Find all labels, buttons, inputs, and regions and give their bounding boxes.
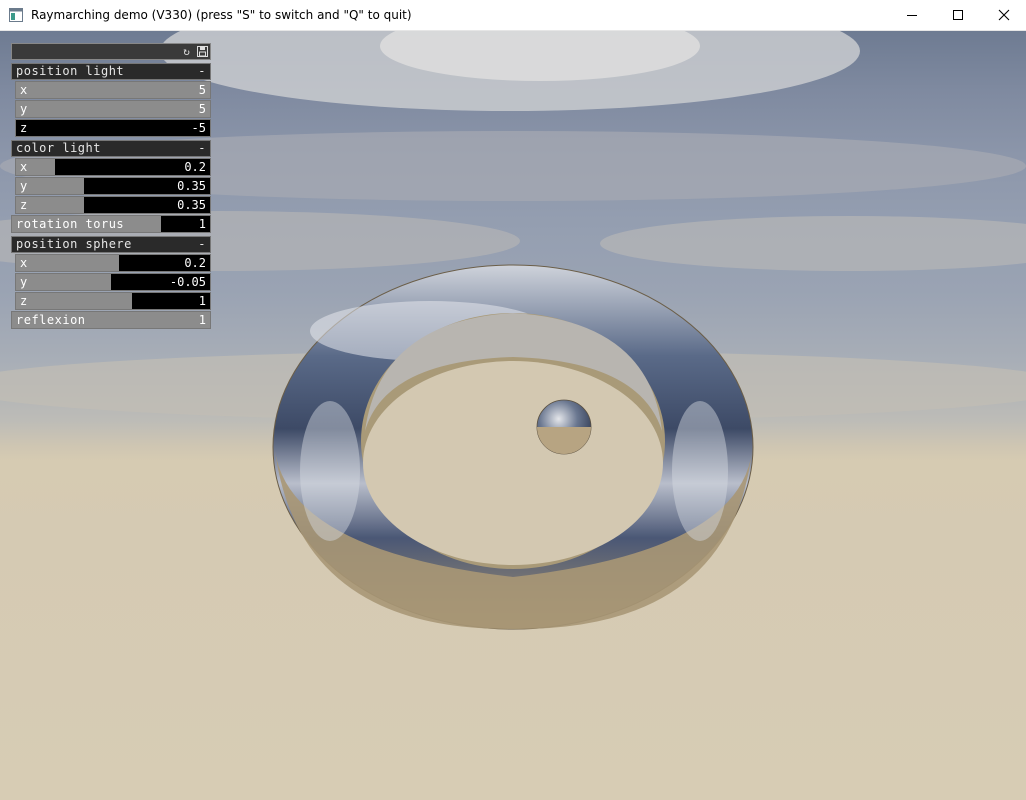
refresh-icon[interactable]: ↻ [180,45,193,58]
slider-color-z[interactable]: z 0.35 [15,196,211,214]
collapse-icon[interactable]: - [198,141,206,156]
close-icon [998,9,1010,21]
panel-header: ↻ [11,43,211,60]
slider-light-x[interactable]: x 5 [15,81,211,99]
slider-label: rotation torus [16,217,125,231]
maximize-icon [953,10,963,20]
window-title: Raymarching demo (V330) (press "S" to sw… [31,8,412,22]
slider-value: -0.05 [169,275,206,289]
slider-label: z [20,198,28,212]
slider-fill [16,255,119,271]
slider-label: reflexion [16,313,86,327]
slider-label: x [20,83,28,97]
maximize-button[interactable] [935,0,981,30]
slider-color-x[interactable]: x 0.2 [15,158,211,176]
slider-rotation-torus[interactable]: rotation torus 1 [11,215,211,233]
slider-fill [16,82,210,98]
slider-value: 0.2 [184,160,206,174]
slider-value: 0.35 [177,198,206,212]
slider-label: z [20,121,28,135]
slider-label: y [20,275,28,289]
group-title-label: position light [16,64,125,78]
slider-sphere-y[interactable]: y -0.05 [15,273,211,291]
slider-value: 5 [198,83,206,97]
slider-fill [16,293,133,309]
slider-color-y[interactable]: y 0.35 [15,177,211,195]
slider-value: 1 [198,313,206,327]
save-icon[interactable] [196,45,209,58]
app-window-icon [9,8,23,22]
group-title[interactable]: position sphere - [11,236,211,253]
slider-value: -5 [191,121,206,135]
group-title[interactable]: position light - [11,63,211,80]
slider-fill [16,101,210,117]
window-titlebar: Raymarching demo (V330) (press "S" to sw… [0,0,1026,31]
torus-highlight [300,401,360,541]
close-button[interactable] [981,0,1026,30]
slider-value: 1 [198,294,206,308]
slider-label: z [20,294,28,308]
collapse-icon[interactable]: - [198,237,206,252]
slider-light-z[interactable]: z -5 [15,119,211,137]
slider-value: 0.2 [184,256,206,270]
group-title-label: color light [16,141,101,155]
slider-sphere-x[interactable]: x 0.2 [15,254,211,272]
slider-light-y[interactable]: y 5 [15,100,211,118]
slider-value: 1 [198,217,206,231]
group-color-light: color light - x 0.2 y 0.35 z 0.35 [11,140,211,214]
slider-label: x [20,256,28,270]
minimize-button[interactable] [889,0,935,30]
slider-label: x [20,160,28,174]
parameter-panel: ↻ position light - x 5 y 5 z -5 color li… [11,43,211,329]
group-position-light: position light - x 5 y 5 z -5 [11,63,211,137]
group-title[interactable]: color light - [11,140,211,157]
torus-highlight [672,401,728,541]
slider-value: 5 [198,102,206,116]
group-position-sphere: position sphere - x 0.2 y -0.05 z 1 [11,236,211,310]
collapse-icon[interactable]: - [198,64,206,79]
slider-fill [16,274,112,290]
minimize-icon [907,15,917,16]
slider-sphere-z[interactable]: z 1 [15,292,211,310]
torus-hole-ground [363,361,663,565]
slider-value: 0.35 [177,179,206,193]
slider-label: y [20,102,28,116]
slider-label: y [20,179,28,193]
slider-reflexion[interactable]: reflexion 1 [11,311,211,329]
group-title-label: position sphere [16,237,132,251]
